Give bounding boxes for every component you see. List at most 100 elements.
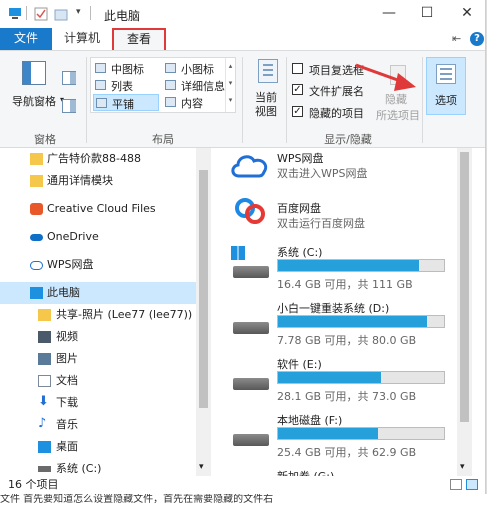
current-view-button[interactable]: 当前视图 <box>246 57 286 123</box>
layout-content[interactable]: 内容 <box>163 94 227 110</box>
drive-item-f[interactable]: 本地磁盘 (F:) 25.4 GB 可用，共 62.9 GB <box>213 410 463 459</box>
nav-item-onedrive[interactable]: OneDrive <box>0 226 196 248</box>
nav-item-downloads[interactable]: ⬇ 下载 <box>0 392 196 414</box>
options-label: 选项 <box>435 94 457 107</box>
minimize-button[interactable]: — <box>370 0 408 28</box>
drive-icon <box>233 322 269 334</box>
annotation-arrow <box>355 63 416 91</box>
background-page-text: 文件 首先要知道怎么设置隐藏文件，首先在需要隐藏的文件右 <box>0 494 496 505</box>
gallery-scroll[interactable]: ▴ ▾ ▾ <box>225 58 235 112</box>
item-name: 百度网盘 <box>277 202 321 215</box>
nav-item-pictures[interactable]: 图片 <box>0 348 196 370</box>
content-scrollbar[interactable]: ▾ <box>457 148 472 476</box>
file-extensions-checkbox[interactable]: ✓ <box>292 84 303 95</box>
small-icons-icon <box>165 63 176 73</box>
item-checkboxes-checkbox[interactable] <box>292 63 303 74</box>
layout-tiles[interactable]: 平铺 <box>93 94 159 111</box>
nav-item-desktop[interactable]: 桌面 <box>0 436 196 458</box>
onedrive-icon <box>30 234 43 241</box>
ribbon: 导航窗格 ▾ 窗格 中图标 小图标 列表 <box>0 50 485 148</box>
windows-logo-icon <box>231 246 245 260</box>
nav-pane-label: 导航窗格 <box>12 95 56 108</box>
close-button[interactable]: ✕ <box>448 0 485 28</box>
nav-item-this-pc[interactable]: 此电脑 <box>0 282 196 304</box>
drive-usage-fill <box>278 316 428 327</box>
drive-usage-bar <box>277 315 445 328</box>
chevron-down-icon[interactable]: ▾ <box>460 462 465 472</box>
preview-pane-icon[interactable] <box>62 71 76 85</box>
shared-folder-icon <box>38 309 51 321</box>
options-icon <box>436 64 456 84</box>
tiles-icon <box>96 98 107 108</box>
nav-item-folder[interactable]: 通用详情模块 <box>0 170 196 192</box>
cloud-item-wps[interactable]: WPS网盘 双击进入WPS网盘 <box>213 148 463 188</box>
drive-usage-fill <box>278 260 420 271</box>
drive-usage-bar <box>277 259 445 272</box>
details-pane-icon[interactable] <box>62 99 76 113</box>
nav-item-documents[interactable]: 文档 <box>0 370 196 392</box>
details-view-icon[interactable] <box>450 479 462 490</box>
drive-name: 系统 (C:) <box>277 246 323 259</box>
chevron-down-icon[interactable]: ▾ <box>199 462 204 472</box>
documents-icon <box>38 375 51 387</box>
layout-details[interactable]: 详细信息 <box>163 77 227 93</box>
drive-usage-fill <box>278 428 378 439</box>
hidden-items-checkbox[interactable]: ✓ <box>292 106 303 117</box>
layout-item-label: 内容 <box>181 97 203 110</box>
tab-view[interactable]: 查看 <box>112 28 166 50</box>
download-icon: ⬇ <box>38 394 49 409</box>
properties-icon[interactable] <box>34 7 48 21</box>
checkbox-hidden-items[interactable]: ✓ 隐藏的项目 <box>292 104 382 120</box>
drive-info: 25.4 GB 可用，共 62.9 GB <box>277 446 417 459</box>
folder-icon <box>30 175 43 187</box>
content-scrollbar-thumb[interactable] <box>460 152 469 422</box>
item-subtitle: 双击进入WPS网盘 <box>277 167 368 180</box>
drive-item-e[interactable]: 软件 (E:) 28.1 GB 可用，共 73.0 GB <box>213 354 463 403</box>
tiles-view-icon[interactable] <box>466 479 478 490</box>
nav-item-wps-cloud[interactable]: WPS网盘 <box>0 254 196 276</box>
nav-scrollbar[interactable]: ▾ <box>196 148 211 476</box>
drive-name: 新加卷 (G:) <box>277 468 334 476</box>
background-page <box>486 0 496 505</box>
cloud-item-baidu[interactable]: 百度网盘 双击运行百度网盘 <box>213 194 463 234</box>
group-panes-label: 窗格 <box>34 133 56 146</box>
wps-cloud-icon <box>30 261 43 270</box>
checkbox-label: 隐藏的项目 <box>309 107 364 120</box>
layout-small-icons[interactable]: 小图标 <box>163 60 227 76</box>
nav-pane-icon <box>22 61 46 85</box>
nav-item-videos[interactable]: 视频 <box>0 326 196 348</box>
drive-usage-fill <box>278 372 381 383</box>
drive-name: 软件 (E:) <box>277 358 322 371</box>
tab-computer[interactable]: 计算机 <box>56 28 108 50</box>
new-folder-icon[interactable] <box>54 7 68 21</box>
wps-cloud-icon <box>231 155 268 178</box>
tab-file[interactable]: 文件 <box>0 28 52 50</box>
drive-name: 小白一键重装系统 (D:) <box>277 302 390 315</box>
computer-icon <box>30 287 43 299</box>
drive-item-d[interactable]: 小白一键重装系统 (D:) 7.78 GB 可用，共 80.0 GB <box>213 298 463 347</box>
maximize-button[interactable]: ☐ <box>408 0 446 28</box>
nav-pane-button[interactable]: 导航窗格 ▾ <box>8 57 64 117</box>
content-area: WPS网盘 双击进入WPS网盘 百度网盘 双击运行百度网盘 系统 (C:) 16… <box>213 148 472 476</box>
drive-icon <box>233 434 269 446</box>
layout-medium-icons[interactable]: 中图标 <box>93 60 161 76</box>
quick-access-dropdown-icon[interactable]: ▾ <box>76 7 81 17</box>
drive-item-c[interactable]: 系统 (C:) 16.4 GB 可用，共 111 GB <box>213 242 463 291</box>
drive-info: 28.1 GB 可用，共 73.0 GB <box>277 390 417 403</box>
drive-info: 16.4 GB 可用，共 111 GB <box>277 278 413 291</box>
layout-list[interactable]: 列表 <box>93 77 161 93</box>
details-icon <box>165 80 176 90</box>
nav-scrollbar-thumb[interactable] <box>199 170 208 408</box>
selected-items-label: 所选项目 <box>376 109 420 122</box>
nav-item-shared-photos[interactable]: 共享-照片 (Lee77 (lee77)) <box>0 304 196 326</box>
drive-item-g[interactable]: 新加卷 (G:) <box>213 466 463 476</box>
collapse-ribbon-icon[interactable]: ⇤ <box>452 32 461 45</box>
nav-item-music[interactable]: ♪ 音乐 <box>0 414 196 436</box>
drive-icon <box>233 266 269 278</box>
options-button[interactable]: 选项 <box>426 57 466 115</box>
nav-item-creative-cloud[interactable]: Creative Cloud Files <box>0 198 196 220</box>
nav-item-folder[interactable]: 广告特价款88-488 <box>0 148 196 170</box>
help-icon[interactable]: ? <box>470 32 484 46</box>
item-count: 16 个项目 <box>8 478 59 491</box>
item-name: WPS网盘 <box>277 152 324 165</box>
